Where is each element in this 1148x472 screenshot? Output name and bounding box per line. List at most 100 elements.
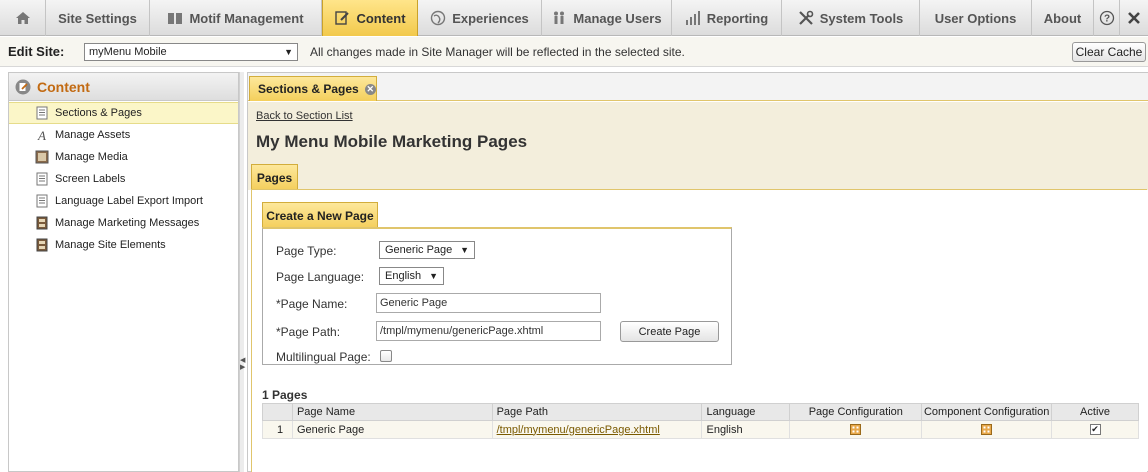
tab-sections-pages-label: Sections & Pages [258, 82, 359, 96]
tab-create-new-page[interactable]: Create a New Page [262, 202, 378, 228]
row-page-path-cell: /tmpl/mymenu/genericPage.xhtml [491, 420, 703, 439]
sidebar-item-sections-pages[interactable]: Sections & Pages [9, 102, 238, 124]
nav-user-options-label: User Options [934, 10, 1017, 26]
dropdown-arrow-icon: ▼ [429, 271, 438, 281]
top-navigation: Site Settings Motif Management Content E… [0, 0, 1148, 36]
page-type-value: Generic Page [385, 244, 453, 256]
row-page-path-link[interactable]: /tmpl/mymenu/genericPage.xhtml [497, 424, 660, 436]
page-type-label: Page Type: [276, 244, 337, 258]
logout-button[interactable] [1120, 0, 1148, 36]
nav-content[interactable]: Content [322, 0, 418, 36]
nav-motif-management[interactable]: Motif Management [150, 0, 322, 36]
page-title: My Menu Mobile Marketing Pages [256, 132, 528, 151]
table-row[interactable]: 1 Generic Page /tmpl/mymenu/genericPage.… [262, 420, 1139, 439]
document-icon [35, 194, 49, 208]
column-header-page-name[interactable]: Page Name [291, 403, 493, 421]
home-icon [15, 10, 31, 26]
create-page-form: Page Type: Generic Page ▼ Page Language:… [262, 227, 732, 365]
page-path-input[interactable]: /tmpl/mymenu/genericPage.xhtml [376, 321, 601, 341]
dropdown-arrow-icon: ▼ [284, 46, 293, 57]
globe-icon [430, 10, 446, 26]
nav-about-label: About [1043, 10, 1082, 26]
create-page-button[interactable]: Create Page [620, 321, 719, 342]
page-configuration-icon[interactable] [850, 424, 862, 436]
sidebar-item-manage-marketing-messages[interactable]: Manage Marketing Messages [9, 212, 238, 234]
page-name-label: *Page Name: [276, 297, 348, 311]
document-icon [35, 172, 49, 186]
nav-reporting-label: Reporting [706, 10, 769, 26]
tab-pages[interactable]: Pages [251, 164, 298, 190]
pages-count: 1 Pages [262, 388, 308, 402]
sidebar-item-manage-assets[interactable]: A Manage Assets [9, 124, 238, 146]
clear-cache-button[interactable]: Clear Cache [1072, 42, 1146, 62]
cabinet-icon [35, 216, 49, 230]
nav-experiences[interactable]: Experiences [418, 0, 542, 36]
nav-experiences-label: Experiences [452, 10, 529, 26]
content-edit-icon [15, 79, 31, 95]
nav-system-tools[interactable]: System Tools [782, 0, 920, 36]
page-language-value: English [385, 270, 422, 282]
close-icon [1126, 10, 1142, 26]
edit-site-label: Edit Site: [8, 44, 65, 59]
panel-splitter[interactable]: ◀ ▶ [239, 72, 245, 472]
pages-table: Page Name Page Path Language Page Config… [262, 403, 1139, 439]
svg-text:A: A [37, 128, 46, 142]
column-header-language[interactable]: Language [701, 403, 791, 421]
sidebar-item-manage-site-elements[interactable]: Manage Site Elements [9, 234, 238, 256]
tools-icon [798, 10, 814, 26]
sidebar-title: Content [37, 78, 90, 95]
row-component-configuration [921, 420, 1053, 439]
column-header-page-path[interactable]: Page Path [491, 403, 703, 421]
splitter-handle-icon[interactable]: ◀ ▶ [240, 357, 245, 379]
svg-text:?: ? [1103, 14, 1109, 25]
nav-site-settings-label: Site Settings [58, 10, 137, 26]
active-checkbox[interactable]: ✔ [1089, 424, 1101, 436]
page-language-label: Page Language: [276, 270, 365, 284]
media-icon [35, 150, 49, 164]
nav-reporting[interactable]: Reporting [672, 0, 782, 36]
sidebar-item-manage-media[interactable]: Manage Media [9, 146, 238, 168]
tab-close-icon[interactable]: ✕ [364, 83, 376, 95]
column-header-active: Active [1051, 403, 1139, 421]
sidebar-item-label: Sections & Pages [55, 107, 142, 119]
section-header: Back to Section List My Menu Mobile Mark… [248, 102, 1148, 190]
page-name-input[interactable]: Generic Page [376, 293, 601, 313]
sidebar-item-label: Screen Labels [55, 173, 126, 185]
pages-panel: Create a New Page Page Type: Generic Pag… [251, 189, 1147, 472]
nav-content-label: Content [356, 10, 406, 26]
row-page-name: Generic Page [291, 420, 493, 439]
nav-manage-users[interactable]: Manage Users [542, 0, 672, 36]
document-icon [35, 106, 49, 120]
table-header-row: Page Name Page Path Language Page Config… [262, 403, 1139, 421]
sidebar-header: Content [9, 73, 238, 101]
nav-system-tools-label: System Tools [819, 10, 904, 26]
sidebar-item-screen-labels[interactable]: Screen Labels [9, 168, 238, 190]
row-active: ✔ [1051, 420, 1139, 439]
dropdown-arrow-icon: ▼ [460, 245, 469, 255]
edit-icon [334, 10, 350, 26]
nav-about[interactable]: About [1032, 0, 1094, 36]
nav-site-settings[interactable]: Site Settings [46, 0, 150, 36]
cabinet-icon [35, 238, 49, 252]
page-language-select[interactable]: English ▼ [379, 267, 444, 285]
tab-sections-pages[interactable]: Sections & Pages ✕ [249, 76, 377, 101]
multilingual-label: Multilingual Page: [276, 350, 371, 364]
edit-site-bar: Edit Site: myMenu Mobile ▼ All changes m… [0, 37, 1148, 67]
help-button[interactable]: ? [1094, 0, 1120, 36]
content-sidebar: Content Sections & Pages A Manage Assets… [8, 72, 239, 472]
nav-motif-management-label: Motif Management [189, 10, 304, 26]
multilingual-checkbox[interactable] [380, 350, 392, 362]
sidebar-item-label: Manage Assets [55, 129, 131, 141]
component-configuration-icon[interactable] [981, 424, 993, 436]
nav-home[interactable] [0, 0, 46, 36]
column-header-number [262, 403, 293, 421]
main-tab-bar: Sections & Pages ✕ [248, 73, 1148, 101]
row-page-configuration [789, 420, 923, 439]
page-type-select[interactable]: Generic Page ▼ [379, 241, 475, 259]
book-icon [167, 10, 183, 26]
back-to-section-list-link[interactable]: Back to Section List [256, 110, 353, 122]
sidebar-item-language-label-export-import[interactable]: Language Label Export Import [9, 190, 238, 212]
site-select[interactable]: myMenu Mobile ▼ [84, 42, 298, 61]
nav-user-options[interactable]: User Options [920, 0, 1032, 36]
nav-manage-users-label: Manage Users [573, 10, 662, 26]
